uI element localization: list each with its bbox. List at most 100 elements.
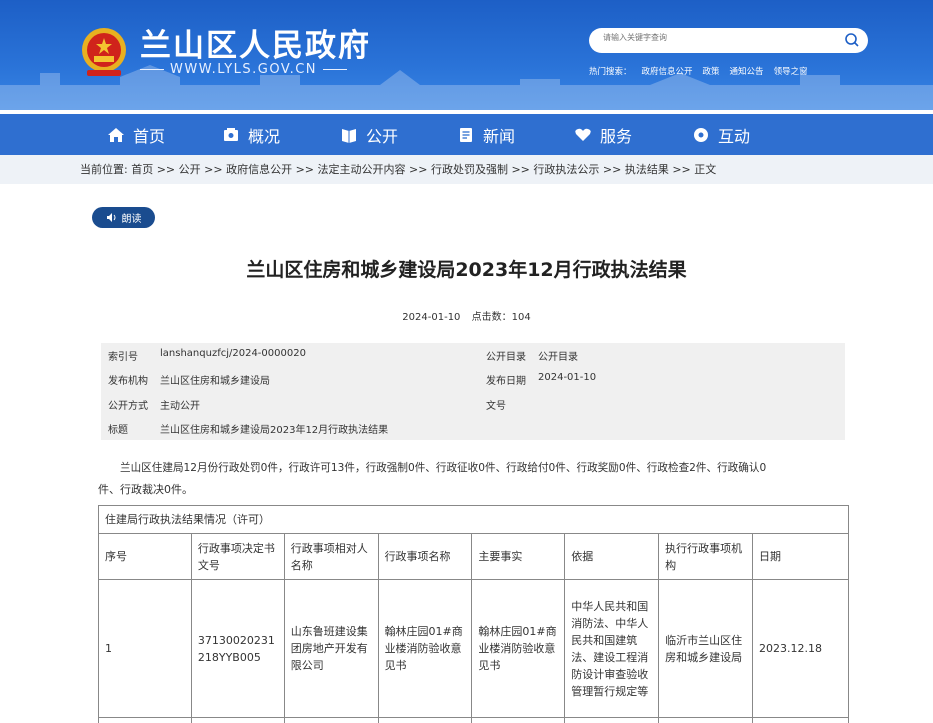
- header-cell: 依据: [564, 533, 660, 580]
- search-box: [589, 28, 868, 53]
- read-aloud-button[interactable]: 朗读: [92, 207, 155, 228]
- breadcrumb-item-penalty[interactable]: 行政处罚及强制: [431, 163, 508, 176]
- views-count: 104: [511, 312, 531, 323]
- views-label: 点击数：: [471, 312, 512, 323]
- info-method-value: 主动公开: [160, 401, 200, 412]
- nav-label-open: 公开: [366, 126, 399, 146]
- interact-icon: [694, 127, 708, 142]
- hot-link-policy[interactable]: 政策: [703, 65, 720, 77]
- breadcrumb-sep: >>: [405, 163, 431, 176]
- nav-item-news[interactable]: 新闻: [457, 114, 515, 155]
- table-caption-row: 住建局行政执法结果情况（许可）: [98, 505, 849, 534]
- header-cell: 行政事项相对人名称: [283, 533, 379, 580]
- table-cell: 中华人民共和国消防法、中华人民共和国建筑法、建设工程消防设计审查验收管理暂行规定…: [564, 579, 660, 718]
- nav-item-interact[interactable]: 互动: [692, 114, 750, 155]
- search-input[interactable]: [603, 33, 833, 42]
- site-url: WWW.LYLS.GOV.CN: [140, 62, 348, 77]
- hot-search: 热门搜索： 政府信息公开 政策 通知公告 领导之窗: [589, 65, 808, 77]
- info-catalog-value: 公开目录: [538, 352, 578, 363]
- nav-label-home: 首页: [133, 126, 166, 146]
- nav-item-open[interactable]: 公开: [340, 114, 398, 155]
- search-icon[interactable]: [844, 32, 860, 48]
- info-docno-label: 文号: [486, 401, 506, 412]
- header-cell: 行政事项名称: [377, 533, 473, 580]
- breadcrumb-item-statutory[interactable]: 法定主动公开内容: [318, 163, 406, 176]
- breadcrumb-sep: >>: [668, 163, 695, 176]
- table-cell: 37130020231218YYB005: [190, 579, 285, 718]
- table-cell: 山东鲁班建设集团房地产开发有限公司: [283, 579, 379, 718]
- info-org-value: 兰山区住房和城乡建设局: [160, 376, 270, 387]
- header-cell: 行政事项决定书文号: [190, 533, 285, 580]
- table-cell: [98, 717, 192, 723]
- info-pubdate-value: 2024-01-10: [538, 372, 597, 383]
- info-pubdate-label: 发布日期: [486, 376, 526, 387]
- info-subject-label: 标题: [108, 425, 128, 436]
- summary-paragraph-line2: 件、行政裁决0件。: [98, 483, 193, 496]
- breadcrumb-item-open[interactable]: 公开: [179, 163, 201, 176]
- breadcrumb-item-enforcement[interactable]: 行政执法公示: [533, 163, 599, 176]
- nav-label-service: 服务: [600, 126, 633, 146]
- speaker-icon: [106, 213, 115, 222]
- table-header-row: 序号 行政事项决定书文号 行政事项相对人名称 行政事项名称 主要事实 依据 执行…: [98, 533, 850, 580]
- info-subject-value: 兰山区住房和城乡建设局2023年12月行政执法结果: [160, 425, 389, 436]
- info-index-label: 索引号: [108, 352, 138, 363]
- nav-label-overview: 概况: [248, 126, 281, 146]
- article-meta: 2024-01-10 点击数：104: [0, 308, 933, 323]
- breadcrumb-sep: >>: [200, 163, 227, 176]
- site-title[interactable]: 兰山区人民政府: [140, 20, 371, 65]
- table-row: 1 37130020231218YYB005 山东鲁班建设集团房地产开发有限公司…: [98, 579, 850, 718]
- summary-paragraph-line1: 兰山区住建局12月份行政处罚0件，行政许可13件，行政强制0件、行政征收0件、行…: [120, 462, 767, 474]
- table-cell: [377, 717, 473, 723]
- header-cell: 序号: [98, 533, 192, 580]
- table-row: [98, 717, 850, 723]
- service-icon: [575, 128, 591, 141]
- nav-label-interact: 互动: [718, 126, 751, 146]
- breadcrumb-item-result[interactable]: 执法结果: [625, 163, 669, 176]
- nav-item-service[interactable]: 服务: [574, 114, 632, 155]
- info-org-label: 发布机构: [108, 376, 148, 387]
- table-cell: 临沂市兰山区住房和城乡建设局: [658, 579, 753, 718]
- site-url-text: WWW.LYLS.GOV.CN: [170, 62, 318, 77]
- hot-link-info-open[interactable]: 政府信息公开: [642, 65, 693, 77]
- breadcrumb-prefix: 当前位置:: [80, 163, 128, 176]
- breadcrumb: 当前位置: 首页 >> 公开 >> 政府信息公开 >> 法定主动公开内容 >> …: [0, 155, 933, 184]
- hot-link-notice[interactable]: 通知公告: [730, 65, 764, 77]
- header-cell: 日期: [751, 533, 850, 580]
- article-title: 兰山区住房和城乡建设局2023年12月行政执法结果: [246, 259, 687, 281]
- breadcrumb-item-body: 正文: [694, 163, 717, 176]
- hot-search-label: 热门搜索：: [589, 67, 632, 77]
- table-cell: 1: [98, 579, 192, 718]
- site-header: 兰山区人民政府 WWW.LYLS.GOV.CN 热门搜索： 政府信息公开 政策 …: [0, 0, 933, 110]
- table-cell: 翰林庄园01#商业楼消防验收意见书: [471, 579, 566, 718]
- info-catalog-label: 公开目录: [486, 352, 526, 363]
- breadcrumb-sep: >>: [153, 163, 179, 176]
- open-icon: [342, 128, 356, 143]
- home-icon: [108, 127, 124, 142]
- nav-label-news: 新闻: [483, 126, 516, 146]
- breadcrumb-sep: >>: [599, 163, 625, 176]
- table-cell: [471, 717, 566, 723]
- table-cell: [190, 717, 285, 723]
- overview-icon: [224, 127, 238, 141]
- table-cell: 翰林庄园01#商业楼消防验收意见书: [377, 579, 473, 718]
- info-index-value: lanshanquzfcj/2024-0000020: [160, 348, 306, 359]
- breadcrumb-sep: >>: [292, 163, 318, 176]
- header-cell: 主要事实: [471, 533, 566, 580]
- table-cell: [658, 717, 753, 723]
- breadcrumb-sep: >>: [507, 163, 534, 176]
- hot-link-leaders[interactable]: 领导之窗: [774, 65, 808, 77]
- article-date: 2024-01-10: [402, 312, 461, 323]
- breadcrumb-item-home[interactable]: 首页: [131, 163, 153, 176]
- table-caption: 住建局行政执法结果情况（许可）: [98, 505, 849, 534]
- table-cell: [751, 717, 850, 723]
- breadcrumb-item-info-open[interactable]: 政府信息公开: [226, 163, 292, 176]
- nav-item-home[interactable]: 首页: [107, 114, 165, 155]
- header-cell: 执行行政事项机构: [658, 533, 753, 580]
- info-method-label: 公开方式: [108, 401, 148, 412]
- nav-item-overview[interactable]: 概况: [222, 114, 280, 155]
- table-cell: 2023.12.18: [751, 579, 850, 718]
- main-nav: 首页 概况 公开 新闻 服务 互动: [0, 114, 933, 155]
- result-table: 住建局行政执法结果情况（许可） 序号 行政事项决定书文号 行政事项相对人名称 行…: [98, 505, 850, 723]
- national-emblem-icon: [82, 28, 126, 76]
- table-cell: [564, 717, 660, 723]
